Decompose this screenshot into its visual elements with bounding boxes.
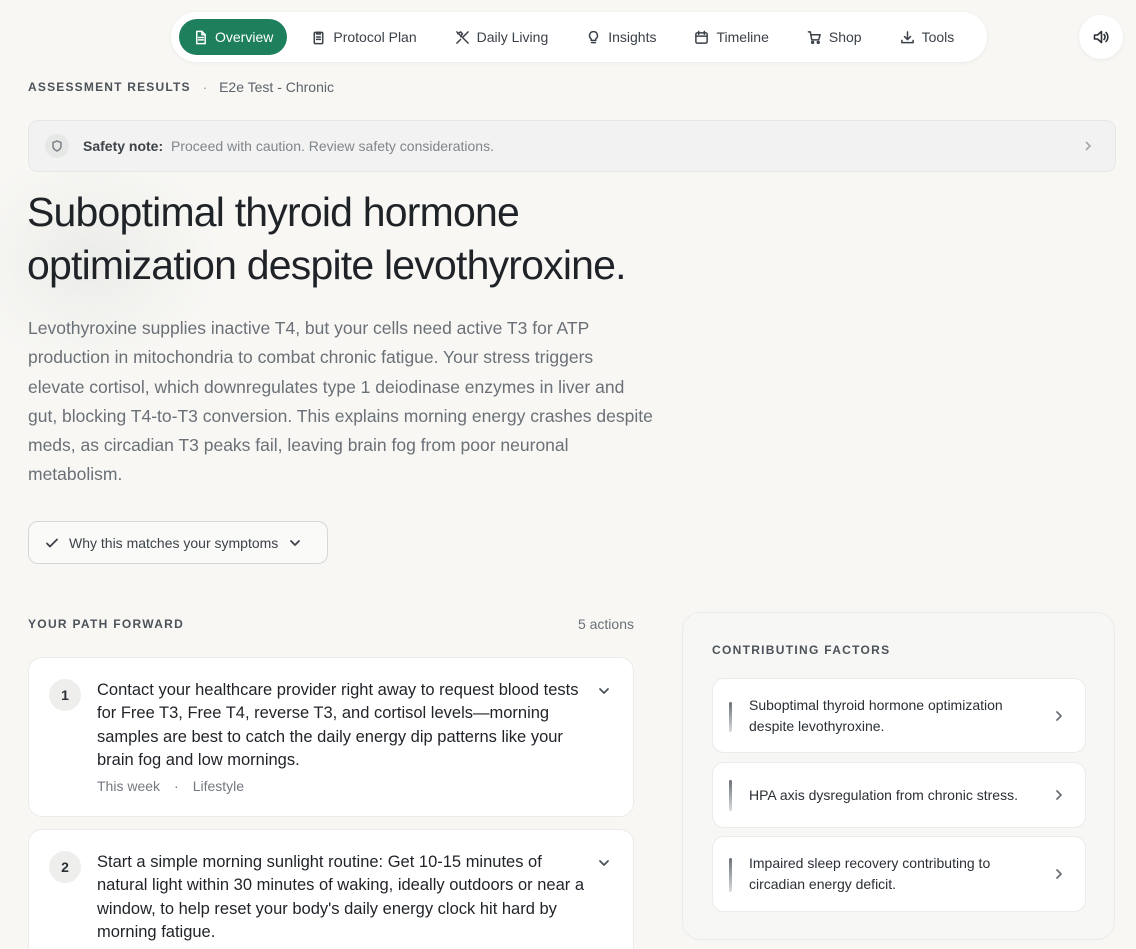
sound-toggle-button[interactable] [1079, 15, 1123, 59]
action-meta-separator: · [174, 778, 179, 794]
factor-indicator-bar [729, 780, 732, 811]
clipboard-icon [313, 31, 324, 44]
breadcrumb-section: ASSESSMENT RESULTS [28, 80, 191, 94]
chevron-right-icon [1056, 790, 1062, 800]
why-matches-symptoms-button[interactable]: Why this matches your symptoms [28, 521, 328, 564]
calendar-icon [695, 30, 709, 44]
path-forward-title: YOUR PATH FORWARD [28, 617, 185, 631]
tab-shop[interactable]: Shop [793, 19, 876, 55]
safety-note-label: Safety note: [83, 138, 164, 154]
check-icon [46, 538, 58, 547]
shield-icon [52, 140, 62, 152]
breadcrumb: ASSESSMENT RESULTS · E2e Test - Chronic [28, 79, 334, 95]
top-navigation: Overview Protocol Plan Daily Living Insi… [171, 12, 987, 62]
tab-tools[interactable]: Tools [886, 19, 969, 55]
safety-note-banner[interactable]: Safety note: Proceed with caution. Revie… [28, 120, 1116, 172]
factor-indicator-bar [729, 702, 732, 732]
path-action-count: 5 actions [577, 616, 634, 632]
chevron-right-icon [1056, 711, 1062, 721]
safety-note-text: Safety note: Proceed with caution. Revie… [83, 138, 494, 154]
action-timing: This week [97, 778, 161, 794]
factor-text: Suboptimal thyroid hormone optimization … [749, 697, 1003, 734]
document-icon [196, 30, 206, 44]
cart-icon [807, 30, 821, 44]
action-meta: This week · Lifestyle [97, 778, 244, 794]
contributing-factors-panel: CONTRIBUTING FACTORS Suboptimal thyroid … [682, 612, 1115, 940]
action-text: Contact your healthcare provider right a… [97, 681, 579, 770]
tab-label: Insights [608, 29, 657, 45]
tab-protocol-plan[interactable]: Protocol Plan [297, 19, 430, 55]
factor-text: Impaired sleep recovery contributing to … [749, 855, 991, 892]
contributing-factors-title: CONTRIBUTING FACTORS [712, 643, 891, 657]
tab-timeline[interactable]: Timeline [680, 19, 782, 55]
tab-label: Daily Living [476, 29, 549, 45]
factor-card[interactable]: HPA axis dysregulation from chronic stre… [712, 762, 1086, 828]
utensils-icon [455, 30, 469, 44]
tab-insights[interactable]: Insights [572, 19, 670, 55]
chevron-right-icon [1056, 869, 1062, 879]
tab-label: Overview [215, 29, 274, 45]
tab-overview[interactable]: Overview [179, 19, 288, 55]
action-text: Start a simple morning sunlight routine:… [97, 853, 585, 942]
safety-note-message: Proceed with caution. Review safety cons… [171, 138, 494, 154]
factor-text: HPA axis dysregulation from chronic stre… [749, 787, 1018, 803]
chevron-down-icon[interactable] [597, 684, 611, 698]
tab-label: Timeline [716, 29, 769, 45]
action-category: Lifestyle [192, 778, 245, 794]
factor-card[interactable]: Impaired sleep recovery contributing to … [712, 836, 1086, 912]
download-icon [900, 30, 914, 43]
chevron-down-icon[interactable] [597, 856, 611, 870]
shield-icon-badge [45, 134, 69, 158]
step-number-badge: 2 [49, 851, 81, 883]
action-card[interactable]: 2 Start a simple morning sunlight routin… [28, 829, 634, 949]
breadcrumb-assessment: E2e Test - Chronic [219, 79, 334, 95]
assessment-headline: Suboptimal thyroid hormone optimization … [27, 189, 627, 288]
factor-card[interactable]: Suboptimal thyroid hormone optimization … [712, 678, 1086, 753]
breadcrumb-separator: · [202, 79, 208, 95]
speaker-icon [1093, 30, 1109, 44]
tab-label: Tools [921, 29, 955, 45]
action-card[interactable]: 1 Contact your healthcare provider right… [28, 657, 634, 817]
assessment-summary: Levothyroxine supplies inactive T4, but … [28, 318, 653, 485]
factor-indicator-bar [729, 858, 732, 892]
tab-daily-living[interactable]: Daily Living [441, 19, 563, 55]
chevron-right-icon [1085, 141, 1092, 151]
why-matches-label: Why this matches your symptoms [69, 534, 279, 551]
chevron-down-icon [290, 539, 301, 546]
lightbulb-icon [589, 30, 599, 43]
step-number-badge: 1 [49, 679, 81, 711]
tab-label: Protocol Plan [333, 29, 417, 45]
tab-label: Shop [828, 29, 862, 45]
